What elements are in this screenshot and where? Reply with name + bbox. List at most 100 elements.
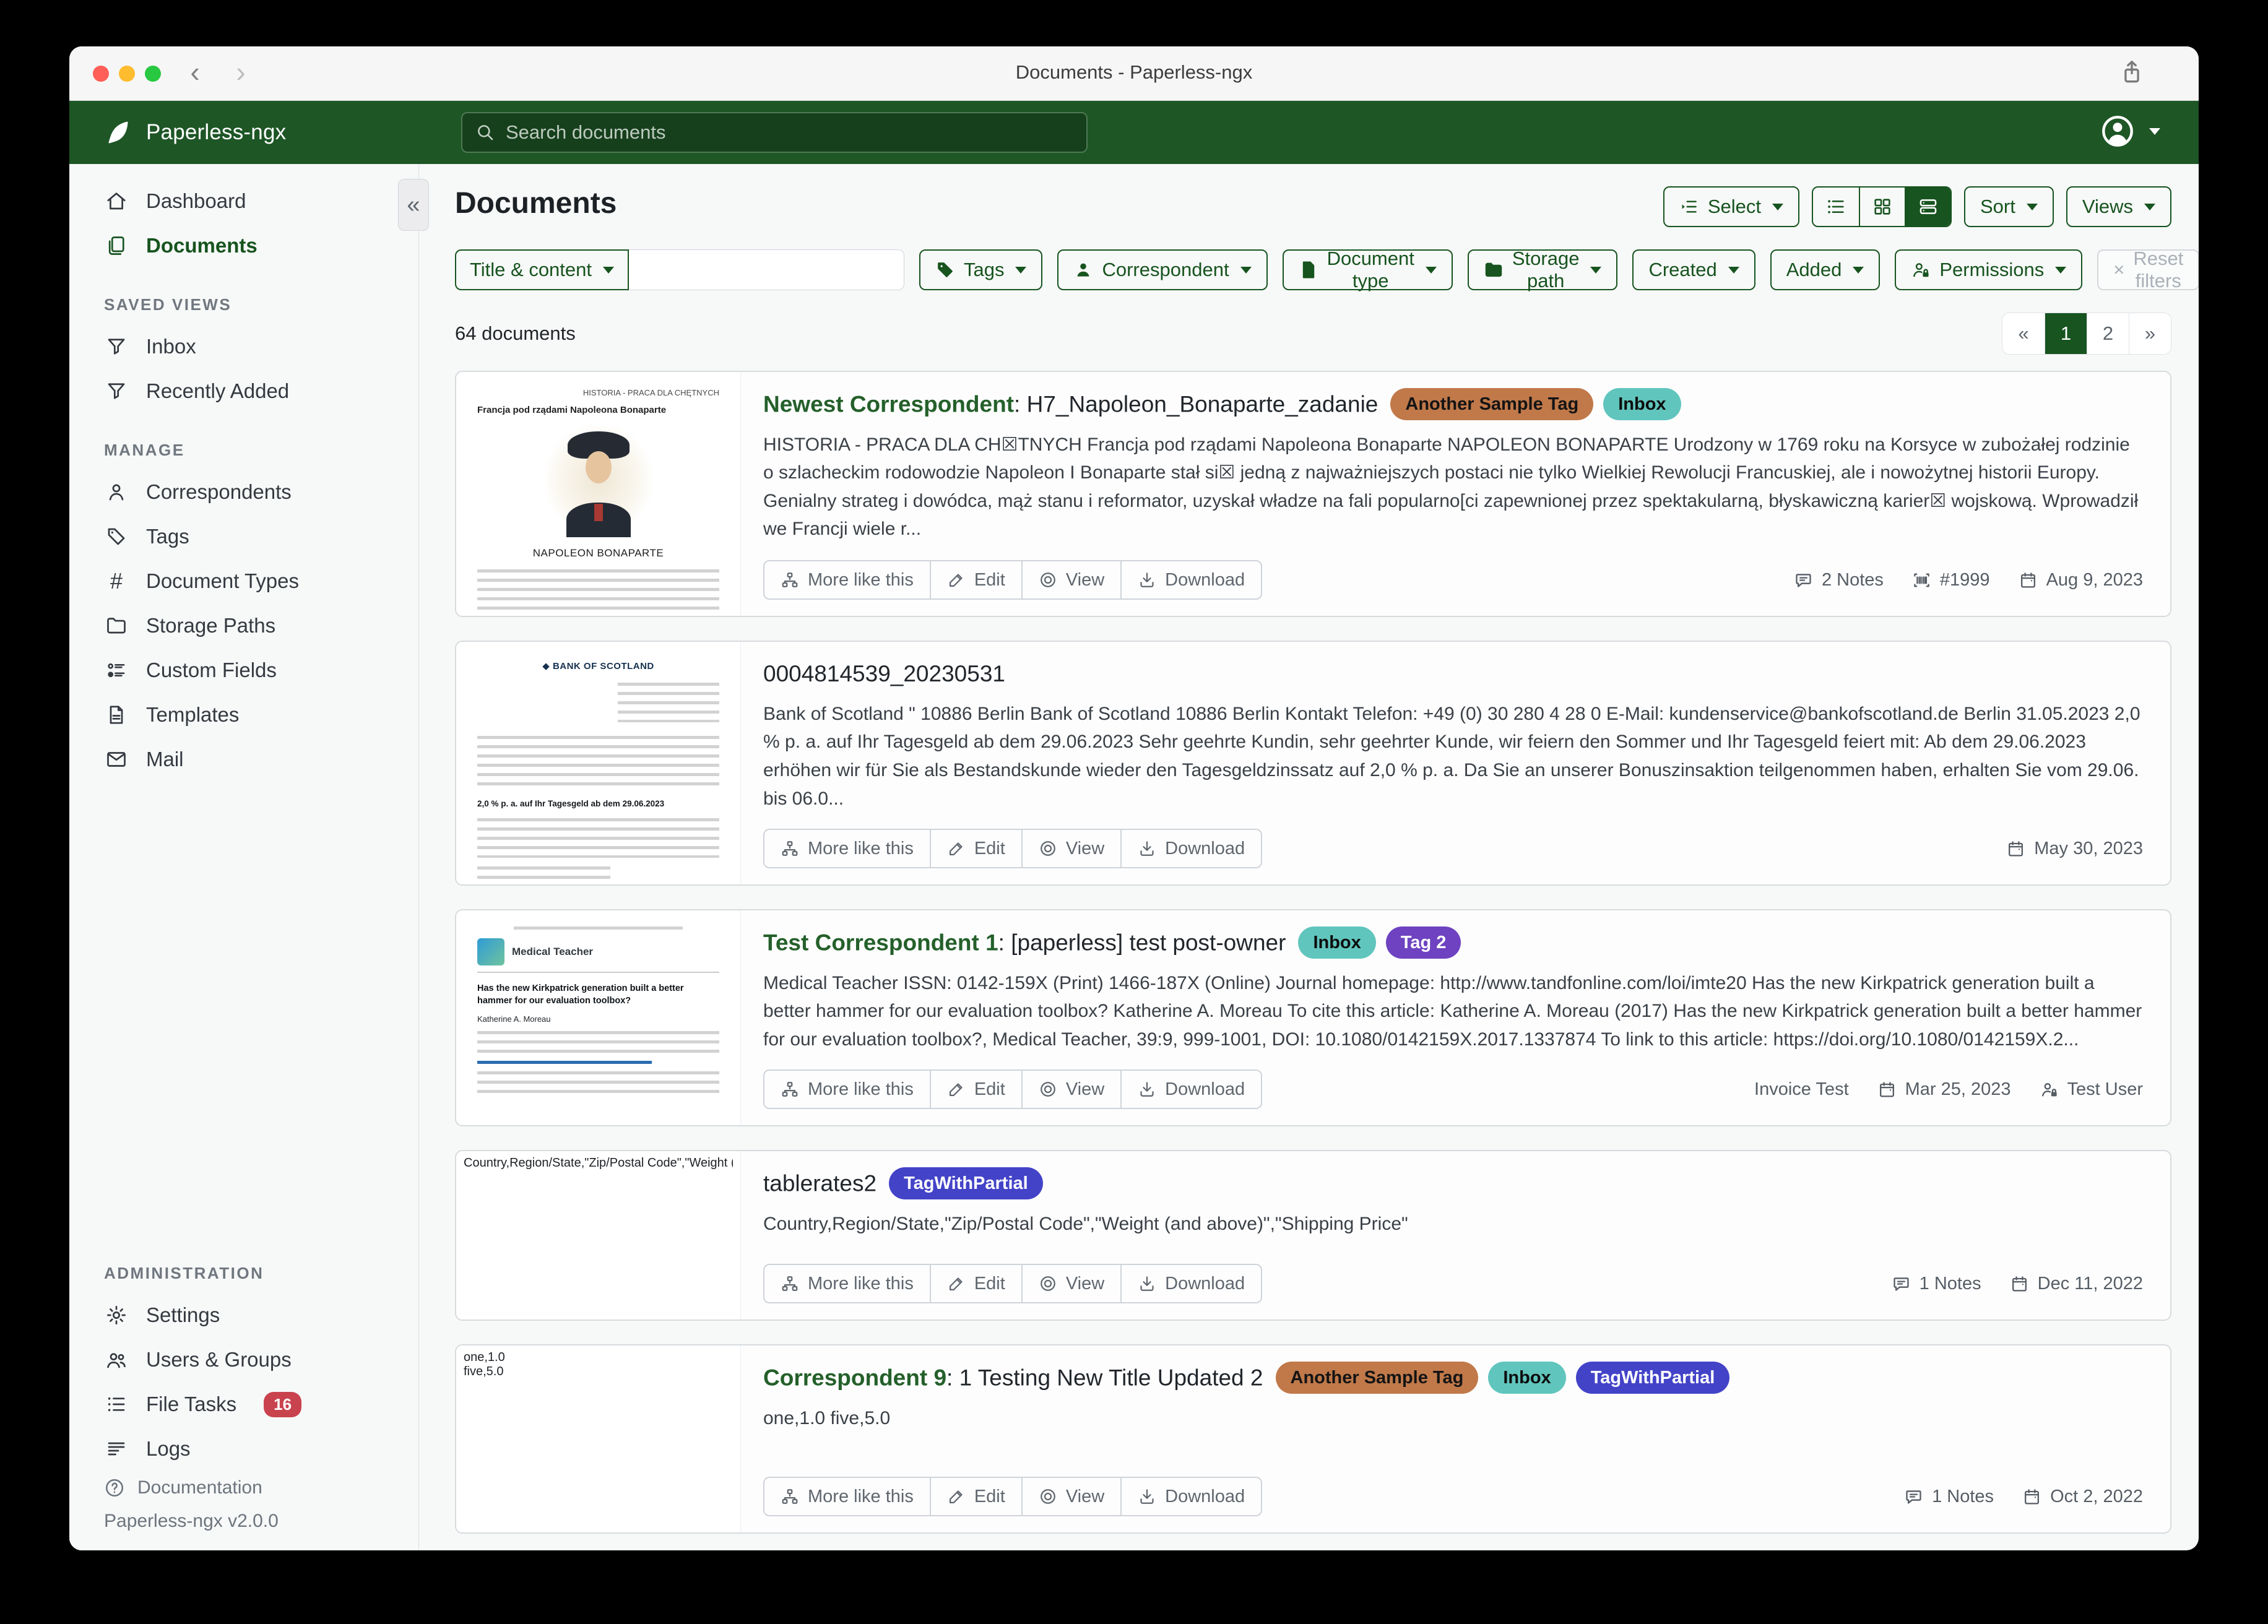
filter-added-button[interactable]: Added xyxy=(1770,249,1881,290)
document-actions: More like thisEditViewDownload xyxy=(763,560,1262,600)
documentation-link[interactable]: Documentation xyxy=(104,1477,418,1498)
sidebar-item-label: File Tasks xyxy=(146,1393,236,1416)
document-title: Newest Correspondent: H7_Napoleon_Bonapa… xyxy=(763,388,2143,421)
sidebar-item-custom-fields[interactable]: Custom Fields xyxy=(69,648,418,693)
share-icon[interactable] xyxy=(2118,59,2145,89)
download-button[interactable]: Download xyxy=(1120,1265,1261,1302)
sidebar-item-tags[interactable]: Tags xyxy=(69,514,418,559)
meta-calendar: Mar 25, 2023 xyxy=(1877,1079,2011,1100)
view-button[interactable]: View xyxy=(1021,1071,1120,1108)
correspondent-link[interactable]: Newest Correspondent xyxy=(763,392,1014,417)
filter-permissions-button[interactable]: Permissions xyxy=(1895,249,2082,290)
more-like-this-button[interactable]: More like this xyxy=(764,561,930,598)
sidebar-collapse-button[interactable]: « xyxy=(398,179,429,231)
pagination-page-2[interactable]: 2 xyxy=(2087,313,2129,354)
app-window: ‹ › Documents - Paperless-ngx Paperless-… xyxy=(69,46,2199,1550)
download-button[interactable]: Download xyxy=(1120,1071,1261,1108)
view-button[interactable]: View xyxy=(1021,830,1120,867)
document-thumbnail[interactable]: HISTORIA - PRACA DLA CHĘTNYCHFrancja pod… xyxy=(456,372,741,616)
filter-tags-button[interactable]: Tags xyxy=(919,249,1042,290)
correspondent-link[interactable]: Test Correspondent 1 xyxy=(763,930,998,956)
reset-filters-button[interactable]: × Reset filters xyxy=(2097,249,2199,290)
sidebar-item-correspondents[interactable]: Correspondents xyxy=(69,470,418,514)
more-like-this-button[interactable]: More like this xyxy=(764,1071,930,1108)
edit-button[interactable]: Edit xyxy=(930,830,1021,867)
sidebar-item-dashboard[interactable]: Dashboard xyxy=(69,179,418,223)
tag-chip-tagwithpartial[interactable]: TagWithPartial xyxy=(1576,1362,1730,1394)
tag-chip-another-sample-tag[interactable]: Another Sample Tag xyxy=(1276,1362,1479,1394)
sidebar-item-users-groups[interactable]: Users & Groups xyxy=(69,1337,418,1382)
sort-button[interactable]: Sort xyxy=(1964,186,2054,227)
document-title-link[interactable]: tablerates2 xyxy=(763,1171,876,1196)
filter-storage-path-button[interactable]: Storage path xyxy=(1468,249,1618,290)
edit-button[interactable]: Edit xyxy=(930,1071,1021,1108)
search-field-selector[interactable]: Title & content xyxy=(455,249,629,290)
document-title-link[interactable]: H7_Napoleon_Bonaparte_zadanie xyxy=(1027,392,1379,417)
more-like-this-button[interactable]: More like this xyxy=(764,1478,930,1515)
tag-chip-tagwithpartial[interactable]: TagWithPartial xyxy=(889,1167,1043,1199)
tag-chip-inbox[interactable]: Inbox xyxy=(1603,388,1681,420)
sidebar-item-document-types[interactable]: #Document Types xyxy=(69,559,418,603)
header-actions: Select Sort Views xyxy=(1663,186,2171,227)
tag-chip-another-sample-tag[interactable]: Another Sample Tag xyxy=(1390,388,1593,420)
sidebar-item-label: Templates xyxy=(146,703,239,727)
detail-view-button[interactable] xyxy=(1905,188,1950,226)
sidebar-item-logs[interactable]: Logs xyxy=(69,1427,418,1471)
sidebar-item-storage-paths[interactable]: Storage Paths xyxy=(69,603,418,648)
caret-down-icon xyxy=(1240,267,1252,274)
person-icon xyxy=(104,480,129,504)
document-title-link[interactable]: 0004814539_20230531 xyxy=(763,661,1005,686)
app-brand[interactable]: Paperless-ngx xyxy=(104,101,286,164)
sidebar-item-settings[interactable]: Settings xyxy=(69,1293,418,1337)
document-title-link[interactable]: [paperless] test post-owner xyxy=(1011,930,1286,956)
pencil-icon xyxy=(947,839,966,858)
pagination-next[interactable]: » xyxy=(2129,313,2171,354)
download-button[interactable]: Download xyxy=(1120,830,1261,867)
sidebar-item-label: Recently Added xyxy=(146,379,289,403)
select-button[interactable]: Select xyxy=(1663,186,1799,227)
correspondent-link[interactable]: Correspondent 9 xyxy=(763,1365,946,1391)
sidebar-item-label: Correspondents xyxy=(146,480,292,504)
sidebar-item-documents[interactable]: Documents xyxy=(69,223,418,268)
document-title-link[interactable]: 1 Testing New Title Updated 2 xyxy=(959,1365,1263,1391)
document-thumbnail[interactable]: Medical TeacherHas the new Kirkpatrick g… xyxy=(456,910,741,1125)
document-card: HISTORIA - PRACA DLA CHĘTNYCHFrancja pod… xyxy=(455,371,2171,617)
download-button[interactable]: Download xyxy=(1120,561,1261,598)
pagination-page-1[interactable]: 1 xyxy=(2045,313,2087,354)
pagination-prev[interactable]: « xyxy=(2002,313,2045,354)
sidebar-item-inbox[interactable]: Inbox xyxy=(69,324,418,369)
filter-created-button[interactable]: Created xyxy=(1632,249,1755,290)
title-content-filter-input[interactable] xyxy=(629,249,904,290)
view-button[interactable]: View xyxy=(1021,561,1120,598)
sidebar-item-recently-added[interactable]: Recently Added xyxy=(69,369,418,413)
document-title: 0004814539_20230531 xyxy=(763,658,2143,690)
list-view-button[interactable] xyxy=(1813,188,1859,226)
user-menu-button[interactable] xyxy=(2100,113,2160,149)
edit-button[interactable]: Edit xyxy=(930,1478,1021,1515)
document-thumbnail[interactable]: ◆ BANK OF SCOTLAND2,0 % p. a. auf Ihr Ta… xyxy=(456,642,741,884)
filter-correspondent-button[interactable]: Correspondent xyxy=(1057,249,1267,290)
more-like-this-button[interactable]: More like this xyxy=(764,1265,930,1302)
sidebar-item-templates[interactable]: Templates xyxy=(69,693,418,737)
views-button[interactable]: Views xyxy=(2066,186,2171,227)
grid-view-button[interactable] xyxy=(1859,188,1905,226)
download-button[interactable]: Download xyxy=(1120,1478,1261,1515)
tag-chip-inbox[interactable]: Inbox xyxy=(1488,1362,1565,1394)
filter-document-type-button[interactable]: Document type xyxy=(1283,249,1453,290)
tag-chip-tag-2[interactable]: Tag 2 xyxy=(1386,926,1461,959)
search-input[interactable] xyxy=(506,121,1074,144)
edit-button[interactable]: Edit xyxy=(930,561,1021,598)
edit-button[interactable]: Edit xyxy=(930,1265,1021,1302)
file-tasks-count-badge: 16 xyxy=(264,1392,301,1417)
sidebar-item-file-tasks[interactable]: File Tasks 16 xyxy=(69,1382,418,1427)
document-content-preview: HISTORIA - PRACA DLA CH☒TNYCH Francja po… xyxy=(763,431,2143,543)
document-thumbnail[interactable]: Country,Region/State,"Zip/Postal Code","… xyxy=(456,1151,741,1320)
sidebar-item-mail[interactable]: Mail xyxy=(69,737,418,782)
view-button[interactable]: View xyxy=(1021,1478,1120,1515)
app-header: Paperless-ngx xyxy=(69,101,2199,164)
more-like-this-button[interactable]: More like this xyxy=(764,830,930,867)
tag-chip-inbox[interactable]: Inbox xyxy=(1298,926,1375,959)
view-button[interactable]: View xyxy=(1021,1265,1120,1302)
sidebar-item-label: Custom Fields xyxy=(146,659,277,682)
document-thumbnail[interactable]: one,1.0five,5.0 xyxy=(456,1345,741,1532)
